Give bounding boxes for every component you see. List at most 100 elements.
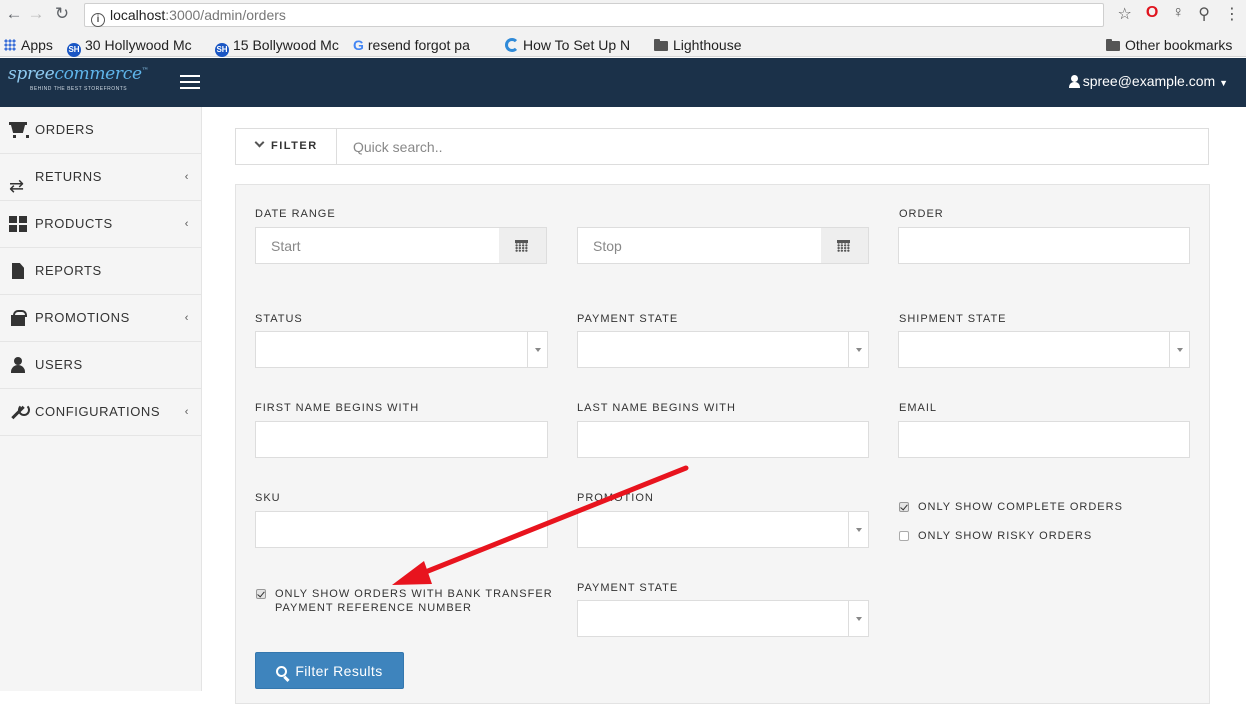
bank-transfer-label-line1: ONLY SHOW ORDERS WITH BANK TRANSFER [275, 588, 553, 600]
bookmark-label: Other bookmarks [1125, 37, 1233, 53]
chevron-left-icon: ‹ [184, 406, 189, 418]
sidebar-item-reports[interactable]: REPORTS [0, 248, 201, 295]
only-complete-label: ONLY SHOW COMPLETE ORDERS [918, 501, 1123, 513]
user-menu[interactable]: spree@example.com ▼ [1068, 73, 1228, 89]
google-icon: G [353, 37, 364, 53]
sidebar-item-label: PROMOTIONS [35, 310, 130, 325]
dropdown-arrow-icon [848, 332, 868, 367]
last-name-label: LAST NAME BEGINS WITH [577, 402, 736, 414]
reload-icon[interactable]: ↻ [52, 4, 72, 24]
bank-transfer-checkbox[interactable] [256, 589, 266, 599]
dropdown-arrow-icon [1169, 332, 1189, 367]
search-bar: FILTER [235, 128, 1209, 165]
status-label: STATUS [255, 313, 303, 325]
dropdown-arrow-icon [848, 601, 868, 636]
sidebar-item-label: ORDERS [35, 122, 95, 137]
sidebar: ORDERS RETURNS ‹ PRODUCTS ‹ REPORTS PROMOT… [0, 107, 202, 691]
bookmark-label: 15 Bollywood Mc [233, 37, 339, 53]
only-risky-checkbox[interactable] [899, 531, 909, 541]
arc-icon [505, 38, 519, 52]
browser-extensions: ☆ O ♀ ⚲ ⋮ [1117, 4, 1246, 26]
order-label: ORDER [899, 208, 944, 220]
filter-toggle-button[interactable]: FILTER [236, 129, 337, 164]
bookmark-other[interactable]: Other bookmarks [1106, 36, 1232, 54]
promotion-select[interactable] [577, 511, 869, 548]
bank-transfer-label-line2: PAYMENT REFERENCE NUMBER [275, 602, 472, 614]
hamburger-menu-icon[interactable] [180, 75, 200, 89]
sidebar-item-returns[interactable]: RETURNS ‹ [0, 154, 201, 209]
bookmark-resend[interactable]: Gresend forgot pa [353, 36, 470, 54]
user-email: spree@example.com [1082, 73, 1216, 89]
extension-icon[interactable]: ♀ [1172, 4, 1184, 26]
forward-icon[interactable]: → [26, 4, 46, 24]
bookmarks-bar: Apps SH 30 Hollywood Mc SH 15 Bollywood Mc… [0, 33, 1246, 57]
email-input[interactable] [898, 421, 1190, 458]
app-header: spreecommerce™ BEHIND THE BEST STOREFRONT… [0, 58, 1246, 107]
sidebar-item-label: REPORTS [35, 263, 102, 278]
date-stop-addon[interactable] [821, 227, 869, 264]
first-name-input[interactable] [255, 421, 548, 458]
chevron-left-icon: ‹ [184, 171, 189, 183]
payment-state-label: PAYMENT STATE [577, 313, 679, 325]
opera-extension-icon[interactable]: O [1146, 4, 1158, 26]
back-icon[interactable]: ← [4, 4, 24, 24]
sku-input[interactable] [255, 511, 548, 548]
filter-results-button[interactable]: Filter Results [255, 652, 404, 689]
bookmark-bollywood[interactable]: SH 15 Bollywood Mc [215, 36, 339, 57]
site-dot-icon: SH [67, 43, 81, 57]
grid-icon [9, 216, 27, 232]
sku-label: SKU [255, 492, 281, 504]
quick-search-input[interactable] [338, 129, 1208, 164]
status-select[interactable] [255, 331, 548, 368]
bookmark-hollywood[interactable]: SH 30 Hollywood Mc [67, 36, 192, 57]
bank-transfer-label: ONLY SHOW ORDERS WITH BANK TRANSFER PAYME… [275, 587, 553, 615]
spree-logo[interactable]: spreecommerce™ BEHIND THE BEST STOREFRONT… [8, 64, 149, 92]
menu-kebab-icon[interactable]: ⋮ [1224, 4, 1240, 26]
search-icon [276, 665, 288, 677]
bookmark-label: resend forgot pa [367, 37, 470, 53]
only-risky-label: ONLY SHOW RISKY ORDERS [918, 530, 1093, 542]
gift-icon [9, 310, 27, 326]
folder-icon [1106, 39, 1120, 51]
bookmark-lighthouse[interactable]: Lighthouse [654, 36, 742, 54]
last-name-input[interactable] [577, 421, 869, 458]
bookmark-label: How To Set Up N [523, 37, 631, 53]
swap-icon [9, 163, 27, 209]
site-info-icon[interactable]: i [91, 13, 105, 27]
bookmark-label: Apps [21, 37, 53, 53]
sidebar-item-users[interactable]: USERS [0, 342, 201, 389]
bookmark-star-icon[interactable]: ☆ [1117, 4, 1131, 26]
chevron-left-icon: ‹ [184, 312, 189, 324]
site-dot-icon: SH [215, 43, 229, 57]
date-start-input[interactable] [255, 227, 500, 264]
logo-text: spree [8, 64, 55, 84]
address-path: :3000/admin/orders [165, 7, 286, 23]
sidebar-item-promotions[interactable]: PROMOTIONS ‹ [0, 295, 201, 342]
filter-results-label: Filter Results [295, 662, 383, 679]
filter-toggle-label: FILTER [271, 140, 318, 152]
date-start-addon[interactable] [499, 227, 547, 264]
file-icon [9, 263, 27, 279]
bookmark-howto[interactable]: How To Set Up N [505, 36, 630, 54]
order-number-input[interactable] [898, 227, 1190, 264]
sidebar-item-configurations[interactable]: CONFIGURATIONS ‹ [0, 389, 201, 436]
shipment-state-select[interactable] [898, 331, 1190, 368]
logo-tagline: BEHIND THE BEST STOREFRONTS [30, 86, 128, 92]
bookmark-label: Lighthouse [673, 37, 742, 53]
calendar-icon [837, 240, 850, 252]
sidebar-item-orders[interactable]: ORDERS [0, 107, 201, 154]
payment-state-select[interactable] [577, 331, 869, 368]
calendar-icon [515, 240, 528, 252]
payment-state-2-select[interactable] [577, 600, 869, 637]
extension-puzzle-icon[interactable]: ⚲ [1198, 4, 1210, 26]
date-stop-input[interactable] [577, 227, 822, 264]
user-icon [1068, 75, 1080, 88]
sidebar-item-products[interactable]: PRODUCTS ‹ [0, 201, 201, 248]
only-complete-checkbox[interactable] [899, 502, 909, 512]
bookmark-apps[interactable]: Apps [4, 36, 53, 54]
address-bar[interactable]: i localhost:3000/admin/orders [84, 3, 1104, 27]
chevron-down-icon [254, 137, 265, 148]
promotion-label: PROMOTION [577, 492, 654, 504]
address-host: localhost [110, 7, 166, 23]
browser-toolbar: ← → ↻ i localhost:3000/admin/orders ☆ O ♀… [0, 0, 1246, 33]
